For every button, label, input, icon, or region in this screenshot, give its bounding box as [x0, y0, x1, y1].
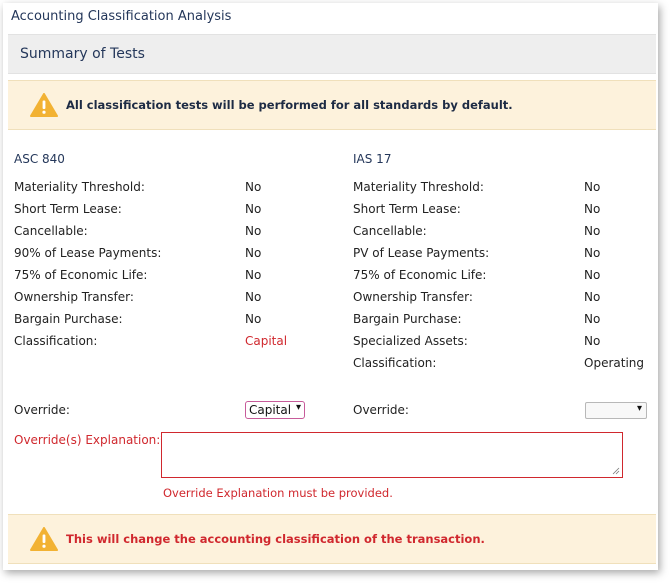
ias-heading: IAS 17 — [353, 152, 392, 166]
asc-value: No — [245, 180, 262, 194]
warning-icon — [30, 527, 58, 551]
ias-label: PV of Lease Payments: — [353, 246, 490, 260]
chevron-down-icon: ▾ — [636, 403, 642, 414]
ias-value: No — [584, 202, 601, 216]
warning-icon — [30, 93, 58, 117]
page-title: Accounting Classification Analysis — [11, 9, 232, 24]
asc-value: No — [245, 202, 262, 216]
chevron-down-icon: ▾ — [295, 402, 301, 413]
resize-grip-icon[interactable] — [612, 467, 620, 475]
asc-label: 75% of Economic Life: — [14, 268, 148, 282]
classification-change-alert: This will change the accounting classifi… — [8, 514, 656, 564]
summary-header: Summary of Tests — [8, 34, 656, 74]
info-alert-text: All classification tests will be perform… — [66, 98, 513, 112]
summary-title: Summary of Tests — [20, 46, 145, 62]
ias-value: No — [584, 312, 601, 326]
asc-value: No — [245, 246, 262, 260]
ias-label: Bargain Purchase: — [353, 312, 462, 326]
asc-label: Ownership Transfer: — [14, 290, 134, 304]
ias-value: No — [584, 180, 601, 194]
ias-label: 75% of Economic Life: — [353, 268, 487, 282]
ias-label: Materiality Threshold: — [353, 180, 484, 194]
override-explanation-input[interactable] — [161, 432, 623, 478]
ias-value: No — [584, 224, 601, 238]
asc-label: Cancellable: — [14, 224, 88, 238]
asc-override-selected: Capital — [249, 403, 292, 417]
ias-label: Specialized Assets: — [353, 334, 468, 348]
ias-label: Ownership Transfer: — [353, 290, 473, 304]
ias-classification-label: Classification: — [353, 356, 437, 370]
ias-classification-value: Operating — [584, 356, 644, 370]
asc-value: No — [245, 312, 262, 326]
asc-label: 90% of Lease Payments: — [14, 246, 162, 260]
asc-label: Bargain Purchase: — [14, 312, 123, 326]
explanation-error-message: Override Explanation must be provided. — [163, 486, 393, 500]
asc-value: No — [245, 290, 262, 304]
asc-value: No — [245, 224, 262, 238]
ias-override-label: Override: — [353, 403, 409, 417]
ias-override-select[interactable]: ▾ — [585, 402, 647, 419]
ias-value: No — [584, 246, 601, 260]
asc-label: Materiality Threshold: — [14, 180, 145, 194]
override-explanation-label: Override(s) Explanation:* — [14, 433, 167, 447]
ias-value: No — [584, 268, 601, 282]
ias-value: No — [584, 290, 601, 304]
info-alert: All classification tests will be perform… — [8, 80, 656, 130]
asc-classification-value: Capital — [245, 334, 288, 348]
asc-classification-label: Classification: — [14, 334, 98, 348]
asc-value: No — [245, 268, 262, 282]
asc-heading: ASC 840 — [14, 152, 65, 166]
asc-label: Short Term Lease: — [14, 202, 122, 216]
asc-override-label: Override: — [14, 403, 70, 417]
classification-change-text: This will change the accounting classifi… — [66, 532, 485, 546]
asc-override-select[interactable]: Capital ▾ — [245, 401, 305, 419]
ias-value: No — [584, 334, 601, 348]
ias-label: Short Term Lease: — [353, 202, 461, 216]
ias-label: Cancellable: — [353, 224, 427, 238]
